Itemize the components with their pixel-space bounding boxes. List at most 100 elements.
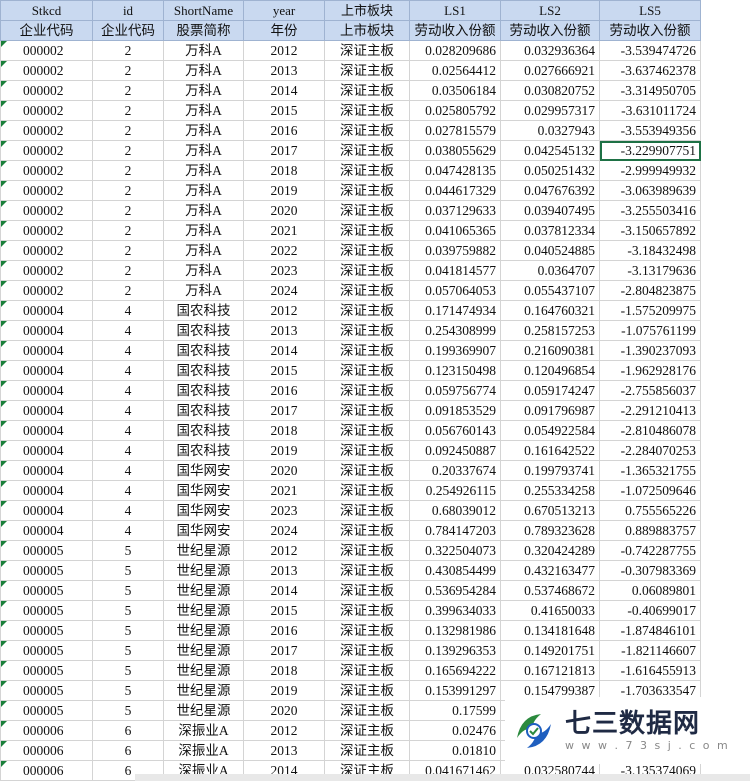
table-cell[interactable]: -1.072509646 xyxy=(599,480,701,501)
table-cell[interactable]: -1.075761199 xyxy=(599,320,701,341)
table-cell[interactable]: 0.059756774 xyxy=(409,380,501,401)
column-header[interactable]: Stkcd xyxy=(0,0,93,21)
table-cell[interactable]: 深证主板 xyxy=(324,320,410,341)
table-cell[interactable]: -3.314950705 xyxy=(599,80,701,101)
table-cell[interactable]: 0.054922584 xyxy=(500,420,600,441)
table-cell[interactable]: 深证主板 xyxy=(324,360,410,381)
table-cell[interactable]: 000002 xyxy=(0,100,93,121)
table-cell[interactable]: 深证主板 xyxy=(324,340,410,361)
table-cell[interactable]: 000002 xyxy=(0,240,93,261)
table-cell[interactable]: 2019 xyxy=(243,180,325,201)
table-cell[interactable]: -3.631011724 xyxy=(599,100,701,121)
table-cell[interactable]: 2 xyxy=(92,120,164,141)
table-cell[interactable]: 深证主板 xyxy=(324,460,410,481)
table-cell[interactable]: 0.025805792 xyxy=(409,100,501,121)
table-cell[interactable]: 000005 xyxy=(0,640,93,661)
table-cell[interactable]: 2018 xyxy=(243,160,325,181)
table-cell[interactable]: -1.575209975 xyxy=(599,300,701,321)
table-cell[interactable]: 0.430854499 xyxy=(409,560,501,581)
column-header[interactable]: 企业代码 xyxy=(0,20,93,41)
table-cell[interactable]: 0.047428135 xyxy=(409,160,501,181)
table-cell[interactable]: 000006 xyxy=(0,740,93,761)
table-cell[interactable]: 世纪星源 xyxy=(163,580,244,601)
table-cell[interactable]: 2023 xyxy=(243,500,325,521)
table-cell[interactable]: 000004 xyxy=(0,420,93,441)
table-cell[interactable]: 0.889883757 xyxy=(599,520,701,541)
table-cell[interactable]: 000004 xyxy=(0,440,93,461)
table-cell[interactable]: 000002 xyxy=(0,160,93,181)
table-cell[interactable]: 0.320424289 xyxy=(500,540,600,561)
table-cell[interactable]: 0.044617329 xyxy=(409,180,501,201)
table-cell[interactable]: 深证主板 xyxy=(324,180,410,201)
column-header[interactable]: 劳动收入份额 xyxy=(599,20,701,41)
table-cell[interactable]: 世纪星源 xyxy=(163,600,244,621)
table-cell[interactable]: -2.810486078 xyxy=(599,420,701,441)
table-cell[interactable]: 000004 xyxy=(0,380,93,401)
table-cell[interactable]: 深证主板 xyxy=(324,500,410,521)
table-cell[interactable]: 2 xyxy=(92,200,164,221)
table-cell[interactable]: 4 xyxy=(92,320,164,341)
table-cell[interactable]: 000004 xyxy=(0,340,93,361)
table-cell[interactable]: 国农科技 xyxy=(163,420,244,441)
table-cell[interactable]: 深证主板 xyxy=(324,140,410,161)
table-cell[interactable]: 000002 xyxy=(0,260,93,281)
table-cell[interactable]: 0.167121813 xyxy=(500,660,600,681)
table-cell[interactable]: -3.637462378 xyxy=(599,60,701,81)
table-cell[interactable]: 深证主板 xyxy=(324,300,410,321)
table-cell[interactable]: 5 xyxy=(92,640,164,661)
table-cell[interactable]: 5 xyxy=(92,700,164,721)
table-cell[interactable]: 2015 xyxy=(243,360,325,381)
table-cell[interactable]: -1.616455913 xyxy=(599,660,701,681)
table-cell[interactable]: 5 xyxy=(92,560,164,581)
table-cell[interactable]: 2017 xyxy=(243,140,325,161)
column-header[interactable]: 年份 xyxy=(243,20,325,41)
table-cell[interactable]: 万科A xyxy=(163,180,244,201)
table-cell[interactable]: 0.059174247 xyxy=(500,380,600,401)
table-cell[interactable]: 国华网安 xyxy=(163,500,244,521)
table-cell[interactable]: 000004 xyxy=(0,360,93,381)
table-cell[interactable]: 深证主板 xyxy=(324,240,410,261)
table-cell[interactable]: 2 xyxy=(92,160,164,181)
table-cell[interactable]: 0.039759882 xyxy=(409,240,501,261)
table-cell[interactable]: 0.41650033 xyxy=(500,600,600,621)
table-cell[interactable]: 深证主板 xyxy=(324,160,410,181)
table-cell[interactable]: 2 xyxy=(92,40,164,61)
table-cell[interactable]: 深证主板 xyxy=(324,580,410,601)
table-cell[interactable]: 深证主板 xyxy=(324,80,410,101)
table-cell[interactable]: 4 xyxy=(92,480,164,501)
table-cell[interactable]: 2013 xyxy=(243,60,325,81)
table-cell[interactable]: 000005 xyxy=(0,580,93,601)
table-cell[interactable]: 万科A xyxy=(163,40,244,61)
table-cell[interactable]: 0.258157253 xyxy=(500,320,600,341)
column-header[interactable]: 上市板块 xyxy=(324,0,410,21)
table-cell[interactable]: 0.139296353 xyxy=(409,640,501,661)
table-cell[interactable]: -2.755856037 xyxy=(599,380,701,401)
table-cell[interactable]: 5 xyxy=(92,660,164,681)
table-cell[interactable]: 2 xyxy=(92,100,164,121)
table-cell[interactable]: 万科A xyxy=(163,200,244,221)
table-cell[interactable]: 2024 xyxy=(243,280,325,301)
table-cell[interactable]: 0.030820752 xyxy=(500,80,600,101)
table-cell[interactable]: 000004 xyxy=(0,500,93,521)
table-cell[interactable]: 深证主板 xyxy=(324,520,410,541)
table-cell[interactable]: -3.255503416 xyxy=(599,200,701,221)
table-cell[interactable]: 0.037129633 xyxy=(409,200,501,221)
column-header[interactable]: id xyxy=(92,0,164,21)
table-cell[interactable]: 0.042545132 xyxy=(500,140,600,161)
table-cell[interactable]: 深证主板 xyxy=(324,40,410,61)
table-cell[interactable]: 2020 xyxy=(243,460,325,481)
table-cell[interactable]: -0.742287755 xyxy=(599,540,701,561)
table-cell[interactable]: 0.091853529 xyxy=(409,400,501,421)
table-cell[interactable]: 000006 xyxy=(0,760,93,781)
table-cell[interactable]: 2012 xyxy=(243,540,325,561)
table-cell[interactable]: 2020 xyxy=(243,200,325,221)
table-cell[interactable]: 5 xyxy=(92,540,164,561)
table-cell[interactable]: 0.037812334 xyxy=(500,220,600,241)
table-cell[interactable]: 000004 xyxy=(0,400,93,421)
table-cell[interactable]: 0.199369907 xyxy=(409,340,501,361)
table-cell[interactable]: 2019 xyxy=(243,440,325,461)
table-cell[interactable]: 0.039407495 xyxy=(500,200,600,221)
table-cell[interactable]: -3.063989639 xyxy=(599,180,701,201)
table-cell[interactable]: 深证主板 xyxy=(324,620,410,641)
table-cell[interactable]: 万科A xyxy=(163,60,244,81)
